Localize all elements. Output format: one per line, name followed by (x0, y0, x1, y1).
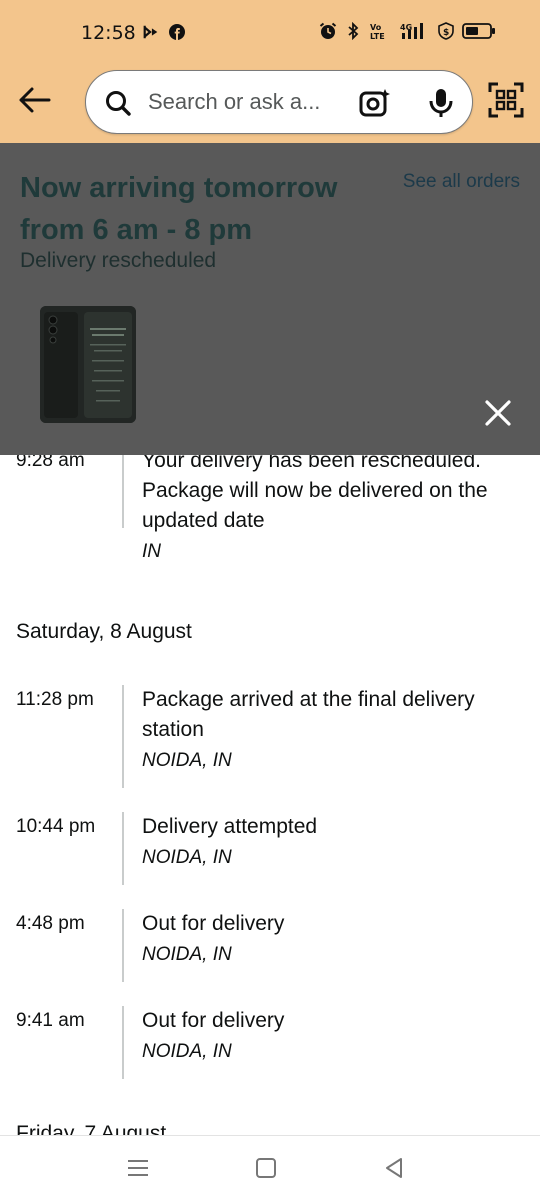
timeline-rail (122, 812, 124, 885)
delivery-update-overlay: Now arriving tomorrow from 6 am - 8 pm D… (0, 143, 540, 455)
event-location: IN (142, 541, 161, 562)
timeline-rail (122, 1006, 124, 1079)
event-location: NOIDA, IN (142, 750, 232, 771)
search-input[interactable]: Search or ask a... (85, 70, 473, 134)
search-icon (106, 91, 131, 116)
svg-text:Vo: Vo (370, 23, 382, 32)
search-placeholder: Search or ask a... (148, 89, 321, 114)
overlay-subtitle: Delivery rescheduled (20, 249, 217, 272)
bluetooth-icon (344, 22, 362, 40)
back-nav-icon[interactable] (381, 1156, 409, 1180)
svg-text:$: $ (443, 28, 449, 38)
close-icon (485, 400, 511, 426)
battery-icon (462, 22, 496, 40)
event-description: Delivery attempted (142, 815, 318, 838)
home-icon[interactable] (252, 1156, 280, 1180)
system-navigation-bar (0, 1135, 540, 1200)
event-description: Out for delivery (142, 912, 285, 935)
see-all-orders-link[interactable]: See all orders (403, 171, 520, 193)
status-bar: 12:58 Vo LTE 4G $ (0, 0, 540, 66)
event-time: 9:41 am (16, 1010, 85, 1031)
overlay-title: Now arriving tomorrow from 6 am - 8 pm (20, 172, 338, 246)
signal-4g-icon: 4G (400, 22, 430, 40)
product-image[interactable] (40, 306, 136, 423)
status-right-icons: Vo LTE 4G $ (319, 22, 496, 40)
svg-text:LTE: LTE (370, 32, 385, 40)
back-arrow-icon (19, 87, 51, 113)
event-description: Out for delivery (142, 1009, 285, 1032)
event-time: 4:48 pm (16, 913, 85, 934)
timeline-rail (122, 909, 124, 982)
event-description: Package arrived at the final delivery st… (142, 688, 475, 741)
camera-lens-icon[interactable] (358, 86, 392, 120)
tracking-timeline: 9:28 am Your delivery has been reschedul… (0, 440, 540, 1135)
microphone-icon[interactable] (426, 87, 456, 119)
barcode-scan-icon[interactable] (488, 82, 524, 118)
status-time: 12:58 (81, 22, 136, 44)
volte-icon: Vo LTE (369, 22, 393, 40)
facebook-icon (168, 23, 186, 41)
media-cast-icon (142, 23, 160, 41)
app-header: 12:58 Vo LTE 4G $ Search or ask a... (0, 0, 540, 143)
day-heading: Friday, 7 August (16, 1122, 167, 1135)
event-location: NOIDA, IN (142, 944, 232, 965)
event-location: NOIDA, IN (142, 1041, 232, 1062)
event-description: Your delivery has been rescheduled. Pack… (142, 449, 488, 532)
timeline-rail (122, 685, 124, 788)
status-left-icons (142, 23, 186, 41)
alarm-icon (319, 22, 337, 40)
recent-apps-icon[interactable] (124, 1156, 152, 1180)
back-button[interactable] (12, 80, 56, 120)
vpn-shield-icon: $ (437, 22, 455, 40)
close-button[interactable] (480, 395, 516, 431)
event-time: 10:44 pm (16, 816, 96, 837)
event-location: NOIDA, IN (142, 847, 232, 868)
day-heading: Saturday, 8 August (16, 620, 192, 643)
event-time: 11:28 pm (16, 689, 94, 710)
